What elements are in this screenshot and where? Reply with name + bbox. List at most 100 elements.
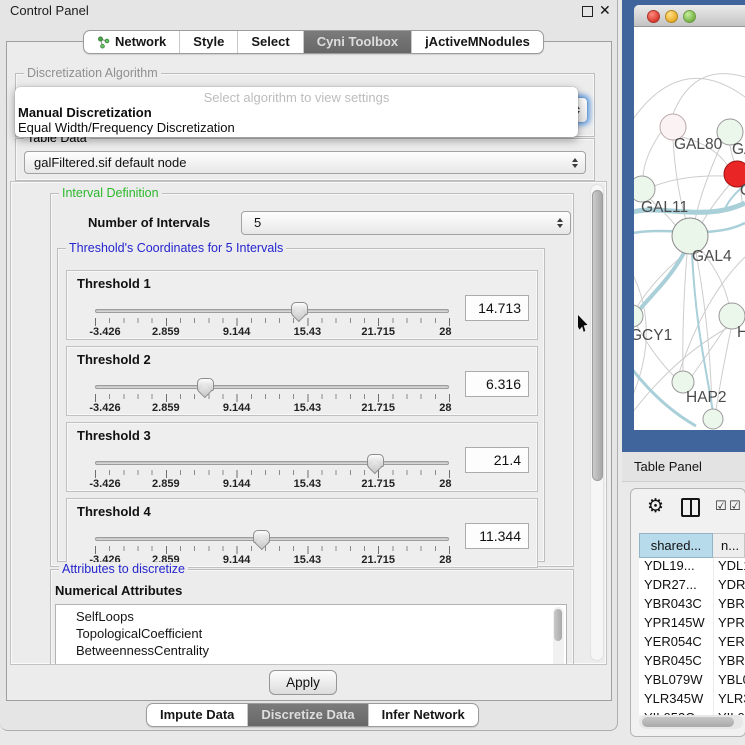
- table-row[interactable]: YPR145W YPR1...: [639, 615, 745, 634]
- list-scrollbar[interactable]: [553, 607, 564, 665]
- cell-shared-name[interactable]: YBR045C: [639, 653, 713, 672]
- network-node[interactable]: [703, 409, 723, 429]
- threshold-4-value[interactable]: 11.344: [465, 523, 529, 549]
- slider-thumb[interactable]: [253, 530, 270, 543]
- cell-shared-name[interactable]: YBR043C: [639, 596, 713, 615]
- network-graph: GAL80 GA C GAL11 GAL4 GCY1 H HAP2: [634, 27, 745, 430]
- apply-button[interactable]: Apply: [269, 670, 337, 695]
- slider-thumb[interactable]: [197, 378, 214, 391]
- tab-select[interactable]: Select: [237, 31, 302, 53]
- tab-impute-data[interactable]: Impute Data: [147, 704, 247, 726]
- network-canvas[interactable]: GAL80 GA C GAL11 GAL4 GCY1 H HAP2: [634, 27, 745, 430]
- float-window-icon[interactable]: [582, 6, 593, 17]
- tick-label: -3.426: [89, 326, 120, 338]
- table-row[interactable]: YDR27... YDR2...: [639, 577, 745, 596]
- table-row[interactable]: YBR045C YBR0...: [639, 653, 745, 672]
- table-data-combobox[interactable]: galFiltered.sif default node: [24, 151, 586, 174]
- tab-discretize-data[interactable]: Discretize Data: [247, 704, 367, 726]
- cell-shared-name[interactable]: YDR27...: [639, 577, 713, 596]
- table-horizontal-scrollbar[interactable]: [639, 715, 743, 729]
- close-traffic-light-icon[interactable]: [647, 10, 660, 23]
- tab-style[interactable]: Style: [179, 31, 237, 53]
- slider-thumb[interactable]: [367, 454, 384, 467]
- tab-infer-network[interactable]: Infer Network: [368, 704, 478, 726]
- table-row[interactable]: YBR043C YBR0...: [639, 596, 745, 615]
- cell-name[interactable]: YDR2...: [713, 577, 745, 596]
- scrollbar-thumb[interactable]: [592, 190, 603, 481]
- dropdown-option-equal-width[interactable]: Equal Width/Frequency Discretization: [18, 120, 235, 135]
- table-row[interactable]: YER054C YER0...: [639, 634, 745, 653]
- numerical-attributes-list[interactable]: SelfLoopsTopologicalCoefficientBetweenne…: [55, 604, 567, 665]
- tick-label: 2.859: [152, 478, 180, 490]
- cell-name[interactable]: YER0...: [713, 634, 745, 653]
- dropdown-option-manual[interactable]: Manual Discretization: [18, 105, 152, 120]
- tick-label: 21.715: [361, 478, 395, 490]
- list-item[interactable]: BetweennessCentrality: [56, 642, 566, 659]
- table-data-group: Table Data galFiltered.sif default node: [15, 138, 595, 181]
- network-window-titlebar[interactable]: [634, 5, 745, 27]
- cell-name[interactable]: YLR3...: [713, 691, 745, 710]
- control-panel-titlebar[interactable]: Control Panel ✕: [0, 0, 618, 22]
- tab-network[interactable]: Network: [84, 31, 179, 53]
- cell-name[interactable]: YBR0...: [713, 653, 745, 672]
- minimize-traffic-light-icon[interactable]: [665, 10, 678, 23]
- slider-thumb[interactable]: [291, 302, 308, 315]
- desktop: { "titlebar": { "title": "Control Panel"…: [0, 0, 745, 745]
- tick-label: 21.715: [361, 554, 395, 566]
- node-label-gal11: GAL11: [641, 199, 688, 216]
- list-item[interactable]: SelfLoops: [56, 608, 566, 625]
- threshold-3-value[interactable]: 21.4: [465, 447, 529, 473]
- combo-value: 5: [254, 212, 261, 234]
- slider-track[interactable]: [95, 309, 449, 313]
- threshold-1-value[interactable]: 14.713: [465, 295, 529, 321]
- settings-scrollbar[interactable]: [590, 184, 604, 661]
- slider-tick-labels: -3.4262.8599.14415.4321.71528: [95, 402, 449, 415]
- table-panel-titlebar[interactable]: Table Panel: [622, 452, 745, 482]
- tab-jactivemnodules[interactable]: jActiveMNodules: [411, 31, 543, 53]
- slider-track[interactable]: [95, 537, 449, 541]
- slider-track[interactable]: [95, 461, 449, 465]
- group-title: Threshold's Coordinates for 5 Intervals: [66, 241, 286, 255]
- threshold-3-panel: Threshold 3 -3.4262.8599.14415.4321.7152…: [66, 422, 538, 492]
- cell-shared-name[interactable]: YPR145W: [639, 615, 713, 634]
- slider-tick-labels: -3.4262.8599.14415.4321.71528: [95, 478, 449, 491]
- zoom-traffic-light-icon[interactable]: [683, 10, 696, 23]
- cell-shared-name[interactable]: YER054C: [639, 634, 713, 653]
- table-row[interactable]: YDL19... YDL1...: [639, 558, 745, 577]
- tick-label: 9.144: [223, 326, 251, 338]
- slider-track[interactable]: [95, 385, 449, 389]
- column-header-shared-name[interactable]: shared...: [639, 533, 713, 558]
- cell-name[interactable]: YBL0...: [713, 672, 745, 691]
- scrollbar-thumb[interactable]: [642, 717, 734, 727]
- cell-name[interactable]: YBR0...: [713, 596, 745, 615]
- table-row[interactable]: YBL079W YBL0...: [639, 672, 745, 691]
- checkbox-icon[interactable]: ☑: [729, 499, 741, 514]
- window-title: Control Panel: [10, 3, 89, 18]
- cell-shared-name[interactable]: YDL19...: [639, 558, 713, 577]
- gear-icon[interactable]: ⚙: [647, 495, 664, 517]
- number-of-intervals-combobox[interactable]: 5: [241, 211, 571, 235]
- tab-cyni-toolbox[interactable]: Cyni Toolbox: [303, 31, 411, 53]
- tick-label: 15.43: [294, 554, 322, 566]
- threshold-3-slider[interactable]: -3.4262.8599.14415.4321.71528: [95, 453, 449, 493]
- checkbox-icon[interactable]: ☑: [715, 499, 727, 514]
- list-item[interactable]: TopologicalCoefficient: [56, 625, 566, 642]
- cell-shared-name[interactable]: YLR345W: [639, 691, 713, 710]
- column-header-name[interactable]: n...: [713, 533, 745, 558]
- attributes-group: Attributes to discretize Numerical Attri…: [50, 569, 574, 665]
- combo-arrows-icon: [572, 158, 578, 168]
- tick-label: 15.43: [294, 478, 322, 490]
- cell-name[interactable]: YPR1...: [713, 615, 745, 634]
- tick-label: -3.426: [89, 478, 120, 490]
- close-icon[interactable]: ✕: [599, 2, 611, 19]
- table-row[interactable]: YLR345W YLR3...: [639, 691, 745, 710]
- threshold-2-value[interactable]: 6.316: [465, 371, 529, 397]
- threshold-1-panel: Threshold 1 -3.4262.8599.14415.4321.7152…: [66, 270, 538, 340]
- cell-shared-name[interactable]: YBL079W: [639, 672, 713, 691]
- cell-name[interactable]: YDL1...: [713, 558, 745, 577]
- cyni-mode-tabs: Impute Data Discretize Data Infer Networ…: [146, 703, 479, 727]
- threshold-1-slider[interactable]: -3.4262.8599.14415.4321.71528: [95, 301, 449, 341]
- tick-label: 2.859: [152, 402, 180, 414]
- threshold-2-slider[interactable]: -3.4262.8599.14415.4321.71528: [95, 377, 449, 417]
- columns-icon[interactable]: [681, 498, 700, 517]
